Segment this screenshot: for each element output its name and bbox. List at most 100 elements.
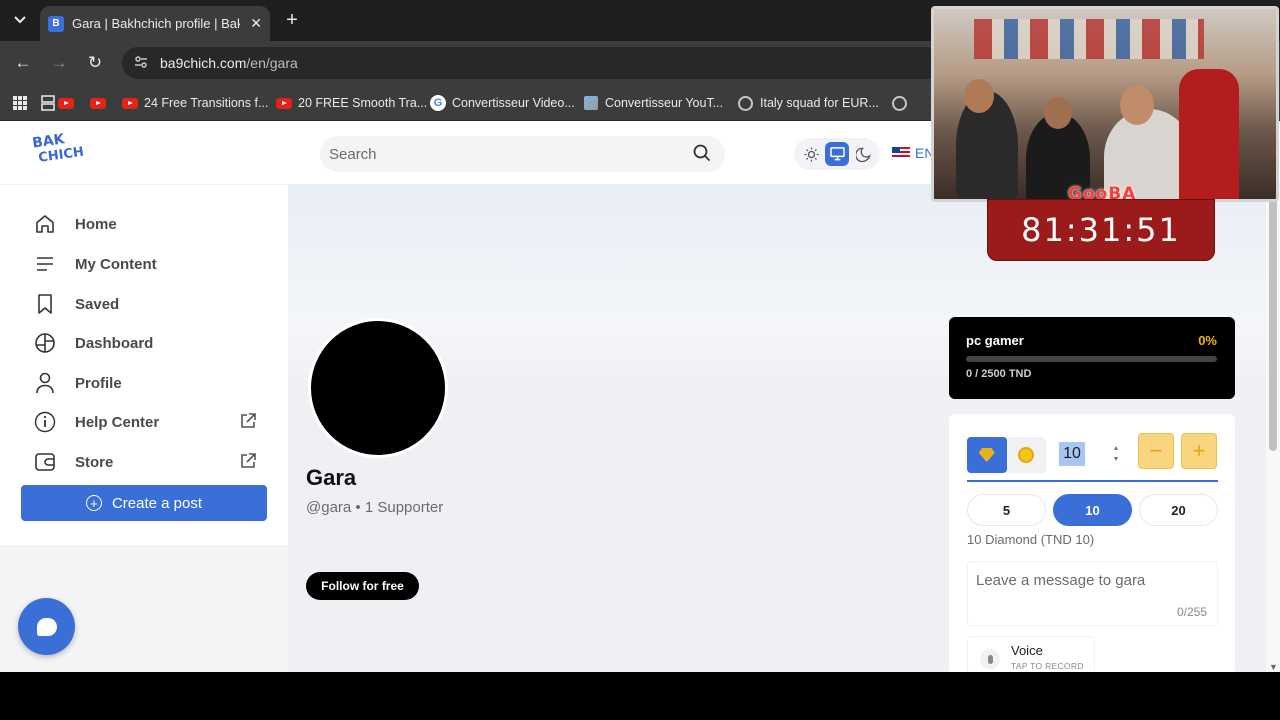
meta-separator: • xyxy=(355,499,361,516)
chat-icon xyxy=(36,617,57,636)
address-bar[interactable]: ba9chich.com/en/gara xyxy=(122,47,942,79)
scroll-down-arrow-icon[interactable]: ▼ xyxy=(1269,662,1278,672)
letterbox-bar xyxy=(0,672,1280,720)
preset-10-button[interactable]: 10 xyxy=(1053,494,1132,526)
tab-search-chevron-icon[interactable] xyxy=(8,8,32,32)
sidebar-item-saved[interactable]: Saved xyxy=(33,289,263,319)
external-link-icon xyxy=(241,413,256,428)
theme-switcher xyxy=(794,138,880,170)
goal-amount: 0 / 2500 TND xyxy=(966,368,1032,380)
youtube-icon xyxy=(58,97,74,109)
plus-circle-icon: + xyxy=(85,495,102,511)
wallet-icon xyxy=(33,450,57,474)
site-settings-icon[interactable] xyxy=(134,55,148,72)
apps-grid-icon[interactable] xyxy=(12,92,28,114)
goal-card: pc gamer 0% 0 / 2500 TND xyxy=(949,317,1235,399)
external-link-icon xyxy=(241,453,256,468)
site-logo[interactable]: BAK CHICH xyxy=(31,130,86,177)
goal-title: pc gamer xyxy=(966,333,1024,348)
webcam-person-head xyxy=(1120,85,1154,125)
bookmark-3[interactable]: 24 Free Transitions f... xyxy=(122,92,268,114)
microphone-icon xyxy=(980,649,1000,669)
voice-label: Voice xyxy=(1011,643,1043,658)
list-icon xyxy=(33,252,57,276)
voice-record-button[interactable]: Voice TAP TO RECORD xyxy=(967,636,1095,672)
goal-progress-bar xyxy=(966,356,1217,362)
language-selector[interactable]: EN xyxy=(892,145,934,161)
search-input[interactable] xyxy=(329,145,669,163)
user-icon xyxy=(33,371,57,395)
webcam-shelf xyxy=(974,19,1204,59)
tip-amount-input[interactable] xyxy=(1059,442,1085,466)
profile-meta: @gara • 1 Supporter xyxy=(306,499,443,516)
create-post-button[interactable]: + Create a post xyxy=(21,485,267,521)
sidebar-item-label: Saved xyxy=(75,295,120,313)
bookmark-4[interactable]: 20 FREE Smooth Tra... xyxy=(276,92,427,114)
google-icon: G xyxy=(430,95,446,111)
bookmark-5[interactable]: G Convertisseur Video... xyxy=(430,92,575,114)
profile-handle: @gara xyxy=(306,499,352,516)
bookmark-8[interactable] xyxy=(892,92,914,114)
tab-close-icon[interactable]: ✕ xyxy=(250,15,262,32)
bookmark-2[interactable] xyxy=(90,92,112,114)
tip-card: ▲▼ − + 5 10 20 10 Diamond (TND 10) 0/255… xyxy=(949,414,1235,672)
youtube-icon xyxy=(276,97,292,109)
diamond-icon xyxy=(978,448,995,462)
search-icon[interactable] xyxy=(693,144,711,162)
sidebar-item-dashboard[interactable]: Dashboard xyxy=(33,328,263,358)
sidebar-item-my-content[interactable]: My Content xyxy=(33,249,263,279)
tab-groups-icon[interactable] xyxy=(41,92,55,114)
url-path: /en/gara xyxy=(246,55,298,71)
page-scrollbar[interactable]: ▼ xyxy=(1266,185,1280,672)
browser-tab[interactable]: B Gara | Bakhchich profile | Bakhchich ✕ xyxy=(40,6,270,41)
message-input[interactable] xyxy=(976,572,1211,596)
coin-icon xyxy=(1018,447,1035,463)
sidebar-item-label: Profile xyxy=(75,374,122,392)
timer-text: 81:31:51 xyxy=(1021,211,1181,249)
monitor-icon[interactable] xyxy=(825,142,849,166)
globe-icon xyxy=(892,95,907,111)
scroll-thumb[interactable] xyxy=(1269,191,1277,451)
avatar[interactable] xyxy=(308,318,448,458)
sun-icon[interactable] xyxy=(799,142,823,166)
us-flag-icon xyxy=(892,147,910,159)
bookmark-1[interactable] xyxy=(58,92,80,114)
youtube-icon xyxy=(122,97,138,109)
message-char-count: 0/255 xyxy=(1176,605,1207,619)
increase-button[interactable]: + xyxy=(1181,433,1217,469)
coin-option[interactable] xyxy=(1007,437,1047,473)
dashboard-icon xyxy=(33,331,57,355)
sidebar-item-help-center[interactable]: Help Center xyxy=(33,407,263,437)
sidebar-item-store[interactable]: Store xyxy=(33,447,263,477)
amount-underline xyxy=(967,480,1218,482)
url-host: ba9chich.com xyxy=(160,55,247,71)
create-post-label: Create a post xyxy=(111,494,203,512)
sidebar-item-home[interactable]: Home xyxy=(33,209,263,239)
chat-support-button[interactable] xyxy=(18,598,75,655)
home-icon xyxy=(33,212,57,236)
amount-spinner[interactable]: ▲ ▼ xyxy=(1111,443,1121,465)
goal-percent: 0% xyxy=(1198,333,1217,348)
moon-icon[interactable] xyxy=(851,142,875,166)
forward-arrow-icon[interactable]: → xyxy=(47,51,71,75)
new-tab-icon[interactable]: + xyxy=(282,8,302,32)
url-text: ba9chich.com/en/gara xyxy=(160,55,298,71)
stream-timer: 81:31:51 xyxy=(987,199,1215,261)
preset-5-button[interactable]: 5 xyxy=(967,494,1046,526)
bookmark-7[interactable]: Italy squad for EUR... xyxy=(738,92,879,114)
sidebar-item-label: Dashboard xyxy=(75,334,154,352)
back-arrow-icon[interactable]: ← xyxy=(11,51,35,75)
sidebar-item-label: My Content xyxy=(75,255,157,273)
preset-20-button[interactable]: 20 xyxy=(1139,494,1218,526)
profile-name: Gara xyxy=(306,465,357,490)
follow-button[interactable]: Follow for free xyxy=(306,572,419,600)
diamond-option[interactable] xyxy=(967,437,1007,473)
info-icon xyxy=(33,410,57,434)
decrease-button[interactable]: − xyxy=(1138,433,1174,469)
sidebar-item-profile[interactable]: Profile xyxy=(33,368,263,398)
youtube-icon xyxy=(90,97,106,109)
tip-summary: 10 Diamond (TND 10) xyxy=(967,532,1095,547)
reload-icon[interactable]: ↻ xyxy=(83,51,107,75)
bookmark-6[interactable]: Convertisseur YouT... xyxy=(584,92,723,114)
globe-icon xyxy=(738,95,753,111)
